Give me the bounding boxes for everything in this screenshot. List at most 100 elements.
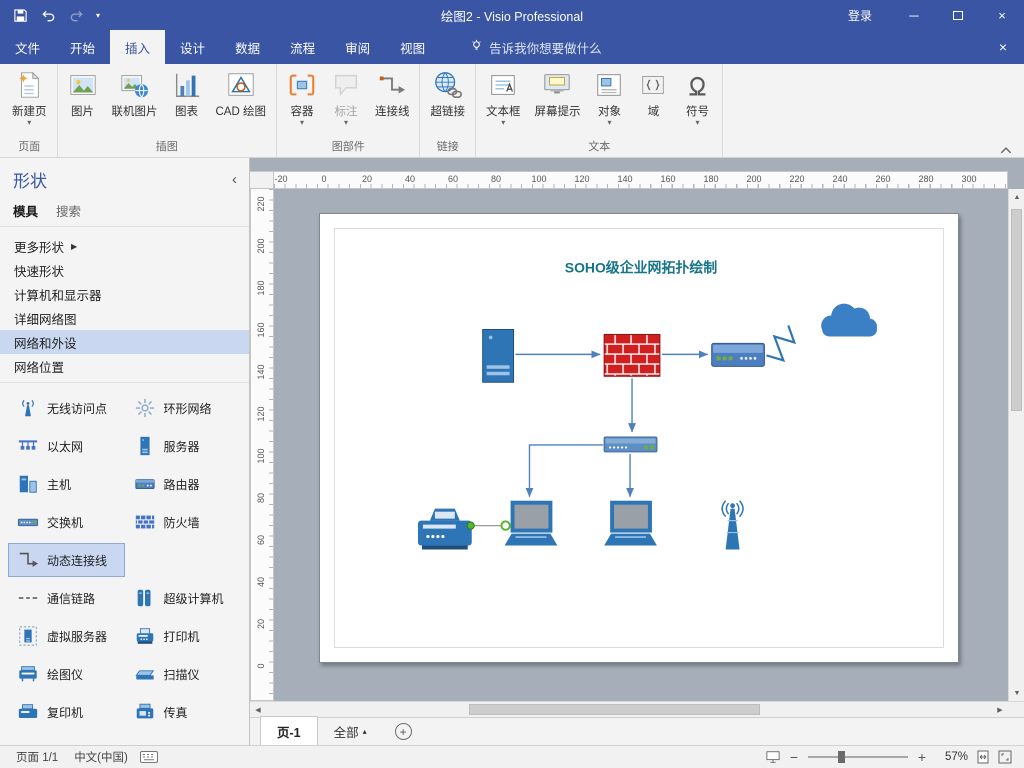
shape-master-virtual-server[interactable]: 虚拟服务器 bbox=[8, 619, 125, 653]
new-page-button[interactable]: 新建页▾ bbox=[5, 67, 54, 129]
horizontal-scroll-thumb[interactable] bbox=[469, 704, 759, 715]
internet-cloud-shape[interactable] bbox=[821, 304, 877, 337]
shape-master-ring-network[interactable]: 环形网络 bbox=[125, 391, 242, 425]
close-ribbon-x-icon[interactable]: × bbox=[982, 30, 1024, 64]
vertical-ruler: 220200180160140120100806040200 bbox=[250, 189, 274, 701]
ribbon-tab-design[interactable]: 设计 bbox=[165, 30, 220, 64]
shape-master-plotter[interactable]: 绘图仪 bbox=[8, 657, 125, 691]
shape-master-switch[interactable]: 交换机 bbox=[8, 505, 125, 539]
stencil-network-peripherals[interactable]: 网络和外设 bbox=[0, 330, 249, 354]
glue-point-dot[interactable] bbox=[467, 522, 474, 529]
field-button[interactable]: 域 bbox=[631, 67, 675, 122]
drawing-viewport[interactable]: SOHO级企业网拓扑绘制 bbox=[274, 189, 1008, 701]
ribbon-tab-file[interactable]: 文件 bbox=[0, 30, 55, 64]
shape-master-fax[interactable]: 传真 bbox=[125, 695, 242, 729]
zoom-in-button[interactable]: + bbox=[916, 749, 928, 765]
shape-master-ethernet[interactable]: 以太网 bbox=[8, 429, 125, 463]
shapes-panel-tab-search[interactable]: 搜索 bbox=[56, 201, 81, 220]
laptop-shape[interactable] bbox=[505, 503, 558, 546]
ribbon-tab-process[interactable]: 流程 bbox=[275, 30, 330, 64]
keyboard-icon[interactable] bbox=[140, 751, 158, 763]
shape-master-server[interactable]: 服务器 bbox=[125, 429, 242, 463]
scroll-right-icon[interactable]: ▶ bbox=[992, 702, 1008, 718]
vertical-scrollbar[interactable]: ▲ ▼ bbox=[1008, 189, 1024, 701]
stencil-quick-shapes[interactable]: 快速形状 bbox=[0, 258, 249, 282]
firewall-shape[interactable] bbox=[604, 334, 660, 376]
stencil-network-locations[interactable]: 网络位置 bbox=[0, 354, 249, 378]
sign-in-button[interactable]: 登录 bbox=[828, 7, 892, 24]
cad-drawing-button[interactable]: CAD 绘图 bbox=[209, 67, 273, 122]
zoom-slider[interactable] bbox=[808, 756, 908, 758]
shape-master-wireless-access-point[interactable]: 无线访问点 bbox=[8, 391, 125, 425]
scroll-up-icon[interactable]: ▲ bbox=[1009, 189, 1024, 205]
fullscreen-icon[interactable] bbox=[998, 750, 1012, 764]
shape-master-router[interactable]: 路由器 bbox=[125, 467, 242, 501]
shape-master-copier[interactable]: 复印机 bbox=[8, 695, 125, 729]
scroll-down-icon[interactable]: ▼ bbox=[1009, 685, 1024, 701]
all-pages-tab[interactable]: 全部 ▴ bbox=[318, 717, 383, 746]
undo-icon[interactable] bbox=[40, 7, 56, 23]
ribbon-tab-insert[interactable]: 插入 bbox=[110, 30, 165, 64]
shape-master-supercomputer[interactable]: 超级计算机 bbox=[125, 581, 242, 615]
object-button[interactable]: 对象▾ bbox=[587, 67, 631, 129]
plotter-icon bbox=[17, 663, 39, 685]
wireless-antenna-shape[interactable] bbox=[722, 501, 743, 550]
lightning-link[interactable] bbox=[766, 326, 794, 361]
drawing-page[interactable]: SOHO级企业网拓扑绘制 bbox=[319, 213, 959, 663]
printer-shape[interactable] bbox=[418, 509, 472, 550]
text-box-button[interactable]: 文本框▾ bbox=[479, 67, 528, 129]
stencil-detailed-network[interactable]: 详细网络图 bbox=[0, 306, 249, 330]
shape-master-printer[interactable]: 打印机 bbox=[125, 619, 242, 653]
zoom-percentage[interactable]: 57% bbox=[936, 751, 968, 763]
collapse-ribbon-icon[interactable] bbox=[1000, 143, 1014, 153]
shape-master-label: 路由器 bbox=[164, 476, 200, 493]
stencil-computers-monitors[interactable]: 计算机和显示器 bbox=[0, 282, 249, 306]
redo-icon[interactable] bbox=[68, 7, 84, 23]
container-button[interactable]: 容器▾ bbox=[280, 67, 324, 129]
horizontal-scrollbar[interactable]: ◀ ▶ bbox=[250, 701, 1024, 717]
symbol-button[interactable]: 符号▾ bbox=[675, 67, 719, 129]
minimize-button[interactable]: ─ bbox=[892, 0, 936, 30]
maximize-button[interactable] bbox=[936, 0, 980, 30]
chart-button[interactable]: 图表 bbox=[165, 67, 209, 122]
glue-point-ring[interactable] bbox=[501, 521, 509, 529]
zoom-slider-thumb[interactable] bbox=[838, 751, 845, 763]
stencil-more-shapes[interactable]: 更多形状▶ bbox=[0, 234, 249, 258]
pictures-button[interactable]: 图片 bbox=[61, 67, 105, 122]
ethernet-icon bbox=[17, 435, 39, 457]
zoom-out-button[interactable]: − bbox=[788, 749, 800, 765]
shapes-panel-tab-stencils[interactable]: 模具 bbox=[13, 201, 38, 220]
callout-button[interactable]: 标注▾ bbox=[324, 67, 368, 129]
hyperlink-button[interactable]: 超链接 bbox=[423, 67, 472, 122]
page-tab-1[interactable]: 页-1 bbox=[260, 716, 318, 747]
ribbon-tab-data[interactable]: 数据 bbox=[220, 30, 275, 64]
shape-master-host[interactable]: 主机 bbox=[8, 467, 125, 501]
switch-shape[interactable] bbox=[604, 437, 657, 452]
router-shape[interactable] bbox=[712, 343, 765, 366]
shape-master-firewall[interactable]: 防火墙 bbox=[125, 505, 242, 539]
page-indicator[interactable]: 页面 1/1 bbox=[8, 749, 66, 765]
close-button[interactable]: × bbox=[980, 0, 1024, 30]
online-pictures-button[interactable]: 联机图片 bbox=[105, 67, 165, 122]
collapse-panel-icon[interactable]: ‹ bbox=[232, 174, 237, 186]
shape-master-scanner[interactable]: 扫描仪 bbox=[125, 657, 242, 691]
laptop-shape[interactable] bbox=[604, 503, 657, 546]
language-indicator[interactable]: 中文(中国) bbox=[66, 749, 136, 765]
save-icon[interactable] bbox=[12, 7, 28, 23]
server-shape[interactable] bbox=[483, 329, 514, 382]
add-page-button[interactable]: + bbox=[395, 723, 412, 740]
diagram-title[interactable]: SOHO级企业网拓扑绘制 bbox=[565, 260, 717, 276]
shapes-panel-title: 形状 bbox=[13, 167, 47, 192]
customize-qat-icon[interactable]: ▾ bbox=[96, 11, 106, 20]
shape-master-dynamic-connector[interactable]: 动态连接线 bbox=[8, 543, 125, 577]
ribbon-tab-view[interactable]: 视图 bbox=[385, 30, 440, 64]
vertical-scroll-thumb[interactable] bbox=[1011, 209, 1022, 411]
screen-tip-button[interactable]: 屏幕提示 bbox=[527, 67, 587, 122]
connector-button[interactable]: 连接线 bbox=[368, 67, 417, 122]
shape-master-comm-link[interactable]: 通信链路 bbox=[8, 581, 125, 615]
tell-me-box[interactable]: 告诉我你想要做什么 bbox=[456, 30, 616, 64]
ribbon-tab-review[interactable]: 审阅 bbox=[330, 30, 385, 64]
ribbon-tab-home[interactable]: 开始 bbox=[55, 30, 110, 64]
fit-page-icon[interactable] bbox=[976, 750, 990, 764]
presentation-mode-icon[interactable] bbox=[766, 750, 780, 764]
